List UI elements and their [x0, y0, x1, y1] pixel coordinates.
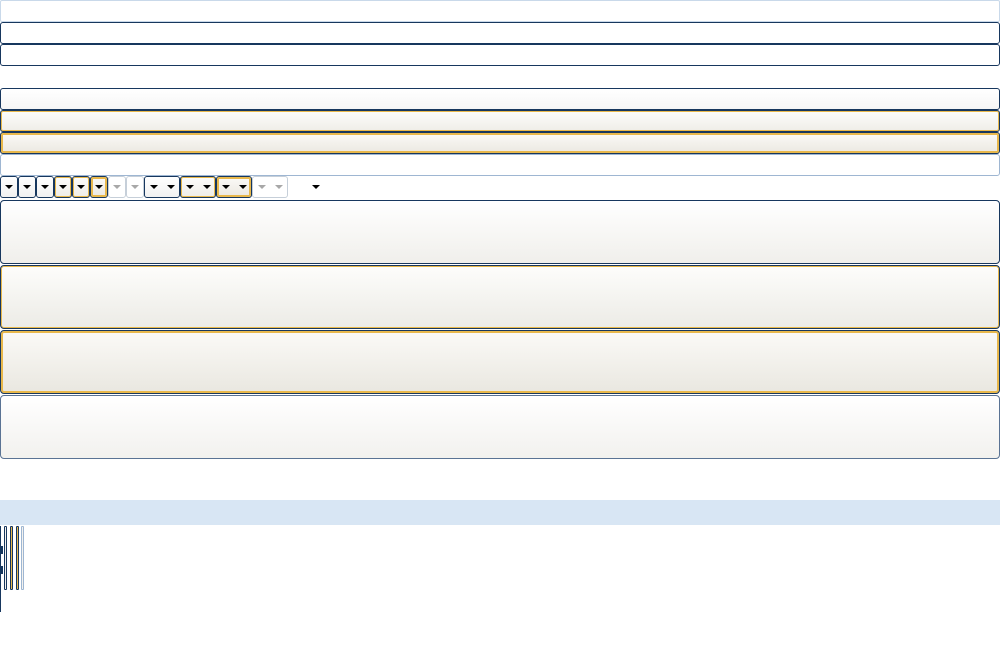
- chevron-down-icon: [5, 185, 13, 189]
- chevron-down-icon: [59, 185, 67, 189]
- sliver-2-hover[interactable]: [10, 526, 13, 590]
- bar-2[interactable]: [0, 44, 1000, 66]
- chevron-down-icon: [257, 185, 266, 189]
- sliver-3-pressed[interactable]: [16, 526, 19, 590]
- chevron-down-icon: [312, 185, 320, 189]
- bar-5-pressed[interactable]: [0, 132, 1000, 154]
- section-band: [0, 500, 1000, 525]
- bar-3[interactable]: [0, 88, 1000, 110]
- large-button-1[interactable]: [0, 200, 1000, 264]
- flat-dropdown-button[interactable]: [306, 176, 326, 198]
- dropdown-button-2[interactable]: [18, 176, 36, 198]
- chevron-down-icon: [41, 185, 49, 189]
- sliver-4-disabled: [21, 526, 24, 590]
- chevron-down-icon: [221, 185, 230, 189]
- chevron-down-icon: [238, 185, 247, 189]
- bar-6-disabled: [0, 154, 1000, 176]
- dropdown-button-1[interactable]: [0, 176, 18, 198]
- bar-4-hover[interactable]: [0, 110, 1000, 132]
- strip-tick-2: [1, 566, 3, 574]
- chevron-down-icon: [23, 185, 31, 189]
- dropdown-button-3[interactable]: [36, 176, 54, 198]
- split-dropdown-button-1[interactable]: [144, 176, 180, 198]
- dropdown-button-5-hover[interactable]: [72, 176, 90, 198]
- split-dropdown-button-3-pressed[interactable]: [216, 176, 252, 198]
- dropdown-button-8-disabled: [126, 176, 144, 198]
- large-button-3-pressed[interactable]: [0, 330, 1000, 394]
- split-dropdown-button-2-hover[interactable]: [180, 176, 216, 198]
- dropdown-button-7-disabled: [108, 176, 126, 198]
- sliver-1[interactable]: [4, 526, 7, 590]
- strip-tick-1: [1, 546, 3, 554]
- chevron-down-icon: [274, 185, 283, 189]
- chevron-down-icon: [166, 185, 175, 189]
- bar-1[interactable]: [0, 22, 1000, 44]
- chevron-down-icon: [95, 185, 103, 189]
- dropdown-button-4-hover[interactable]: [54, 176, 72, 198]
- chevron-down-icon: [113, 185, 121, 189]
- chevron-down-icon: [185, 185, 194, 189]
- large-button-2-hover[interactable]: [0, 265, 1000, 329]
- chevron-down-icon: [149, 185, 158, 189]
- split-dropdown-button-4-disabled: [252, 176, 288, 198]
- chevron-down-icon: [77, 185, 85, 189]
- large-button-4-disabled: [0, 395, 1000, 459]
- top-bar: [0, 0, 1000, 22]
- dropdown-button-6-pressed[interactable]: [90, 176, 108, 198]
- chevron-down-icon: [131, 185, 139, 189]
- chevron-down-icon: [202, 185, 211, 189]
